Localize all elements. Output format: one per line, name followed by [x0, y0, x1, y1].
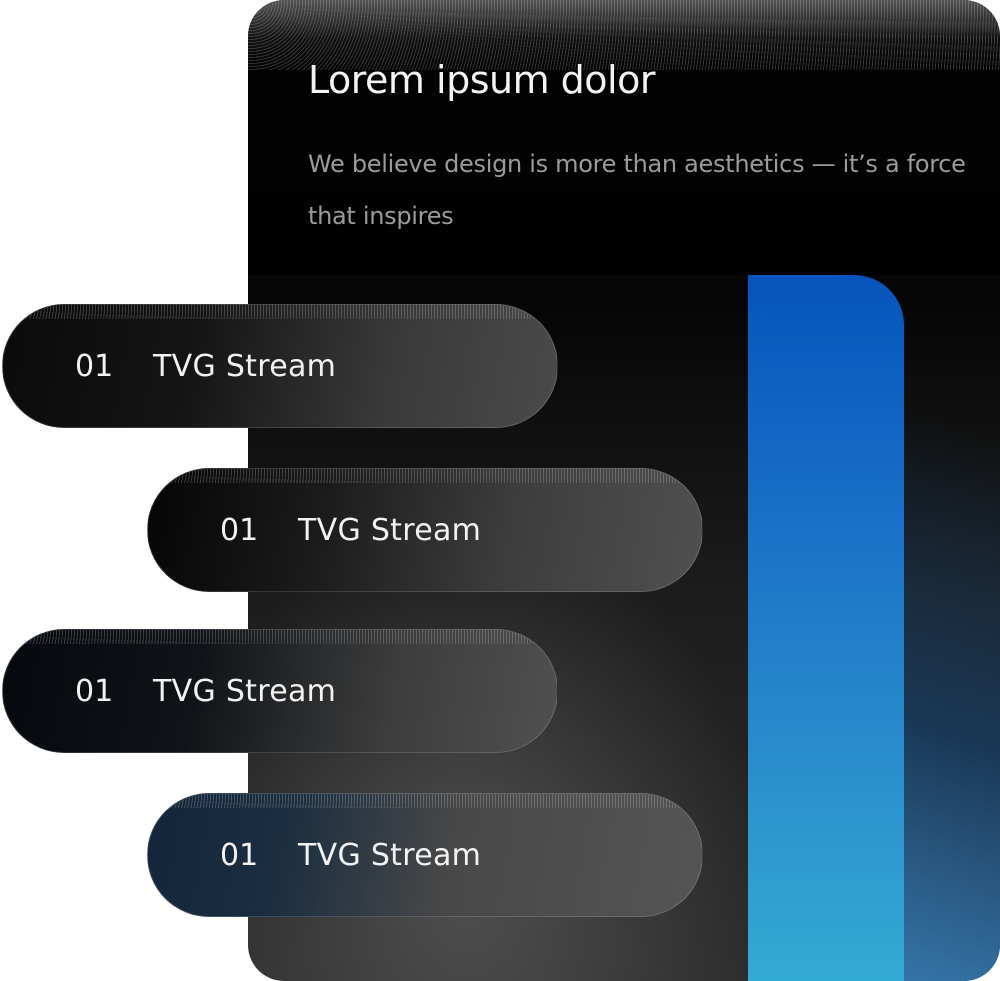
stream-item-label: TVG Stream [298, 838, 482, 873]
stream-item-1[interactable]: 01 TVG Stream [2, 304, 558, 428]
pill-grain-texture [3, 305, 557, 319]
stream-item-2[interactable]: 01 TVG Stream [147, 468, 703, 592]
pill-grain-texture [148, 794, 702, 808]
stream-item-number: 01 [220, 513, 259, 548]
pill-grain-texture [3, 630, 557, 644]
card-title: Lorem ipsum dolor [308, 58, 655, 102]
stage: Lorem ipsum dolor We believe design is m… [0, 0, 1000, 981]
stream-item-number: 01 [75, 674, 114, 709]
accent-blue-panel [748, 275, 904, 981]
pill-grain-texture [148, 469, 702, 483]
stream-item-4[interactable]: 01 TVG Stream [147, 793, 703, 917]
stream-item-label: TVG Stream [298, 513, 482, 548]
card-subtitle: We believe design is more than aesthetic… [308, 150, 966, 230]
stream-item-3[interactable]: 01 TVG Stream [2, 629, 558, 753]
stream-item-label: TVG Stream [153, 349, 337, 384]
stream-item-label: TVG Stream [153, 674, 337, 709]
stream-item-number: 01 [220, 838, 259, 873]
stream-item-number: 01 [75, 349, 114, 384]
